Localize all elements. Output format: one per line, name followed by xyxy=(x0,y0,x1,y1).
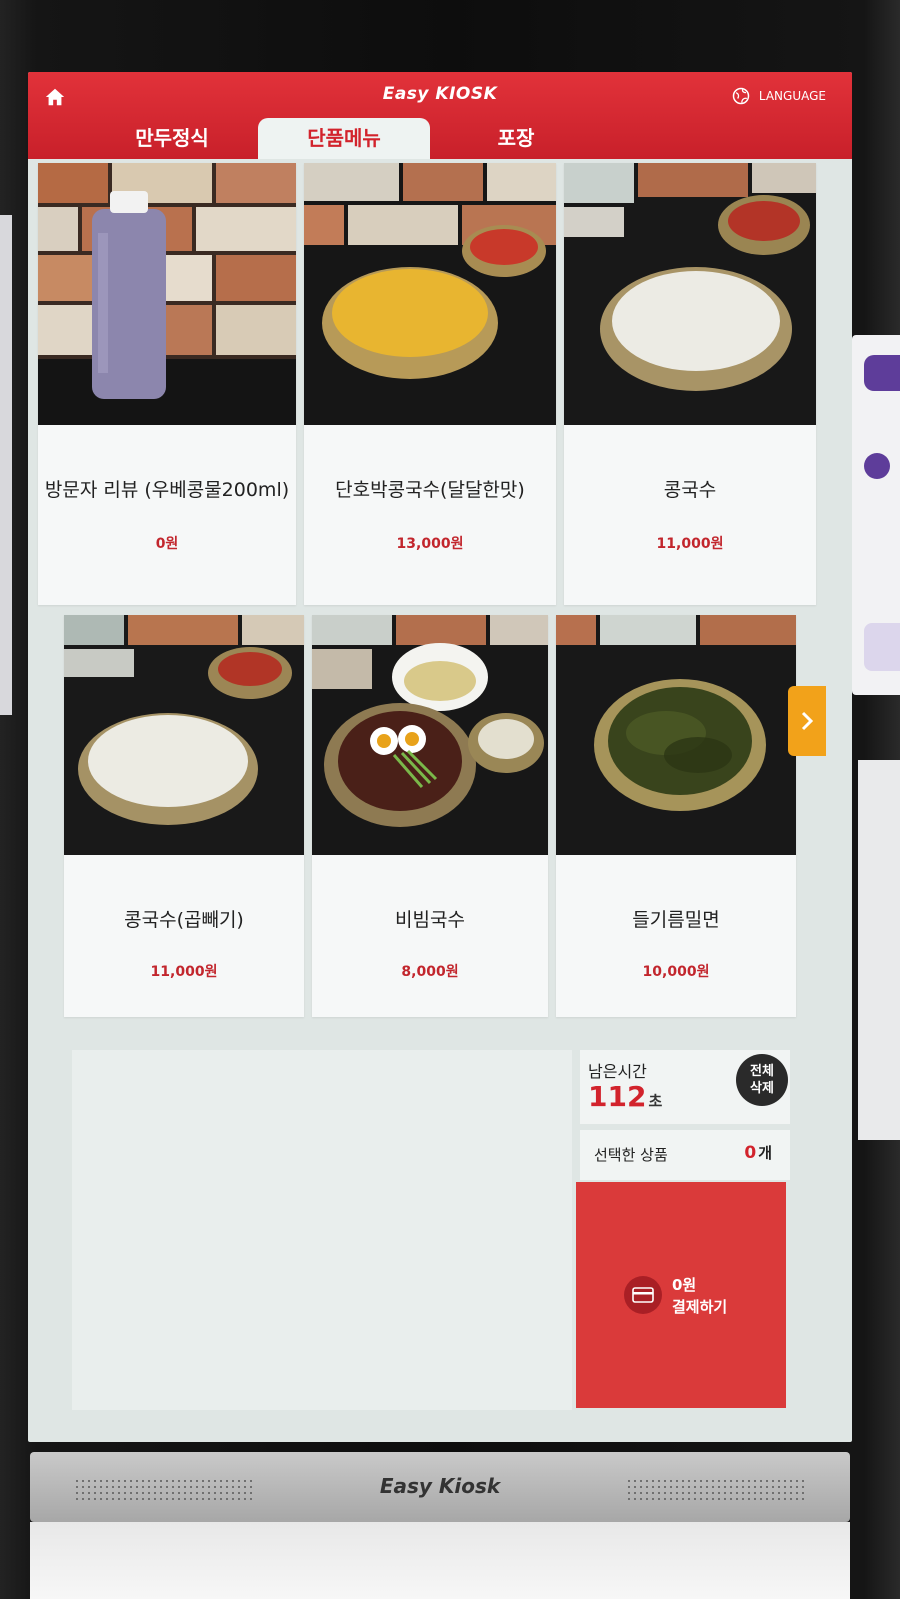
menu-item-photo xyxy=(38,163,296,425)
clear-all-label-line2: 삭제 xyxy=(750,1081,774,1096)
menu-card[interactable]: 단호박콩국수(달달한맛) 13,000원 xyxy=(304,163,556,605)
menu-card[interactable]: 들기름밀면 10,000원 xyxy=(556,615,796,1017)
kiosk-bottom-bezel: Easy Kiosk xyxy=(30,1452,850,1522)
menu-item-photo xyxy=(556,615,796,855)
tab-takeout[interactable]: 포장 xyxy=(430,118,602,159)
speaker-grille-right xyxy=(626,1478,806,1500)
menu-item-price: 11,000원 xyxy=(656,536,724,552)
side-sticker xyxy=(852,335,900,695)
menu-card[interactable]: 콩국수 11,000원 xyxy=(564,163,816,605)
globe-icon xyxy=(732,87,750,105)
menu-item-name: 들기름밀면 xyxy=(632,909,720,931)
kiosk-stand xyxy=(30,1522,850,1599)
time-left-label: 남은시간 xyxy=(588,1062,647,1081)
brand-logo: Easy KIOSK xyxy=(382,84,498,104)
menu-item-name: 비빔국수 xyxy=(395,909,465,931)
side-paper-left xyxy=(0,215,12,715)
menu-item-price: 11,000원 xyxy=(150,964,218,980)
menu-item-price: 8,000원 xyxy=(401,964,459,980)
sticker-bottle-image xyxy=(864,623,900,671)
menu-grid: 방문자 리뷰 (우베콩물200ml) 0원 단호박콩국수(달달한맛) 13,00… xyxy=(28,159,852,1059)
next-page-button[interactable] xyxy=(788,686,826,756)
category-tabs: 만두정식 단품메뉴 포장 xyxy=(28,118,852,159)
pay-button[interactable]: 0원 결제하기 xyxy=(576,1182,786,1408)
chevron-right-icon xyxy=(801,711,814,731)
tab-single-menu[interactable]: 단품메뉴 xyxy=(258,118,430,159)
sticker-number-badge xyxy=(864,453,890,479)
menu-card[interactable]: 콩국수(곱빼기) 11,000원 xyxy=(64,615,304,1017)
language-button[interactable]: LANGUAGE xyxy=(731,86,826,106)
selected-count-unit: 개 xyxy=(758,1144,772,1162)
menu-item-name: 방문자 리뷰 (우베콩물200ml) xyxy=(44,479,290,501)
app-header: Easy KIOSK LANGUAGE 만두정식 단품메뉴 포장 xyxy=(28,72,852,159)
tab-dumpling-set[interactable]: 만두정식 xyxy=(86,118,258,159)
menu-item-name: 단호박콩국수(달달한맛) xyxy=(335,479,525,501)
menu-item-photo xyxy=(312,615,548,855)
menu-item-price: 10,000원 xyxy=(642,964,710,980)
menu-item-price: 13,000원 xyxy=(396,536,464,552)
selected-items-label: 선택한 상품 xyxy=(594,1146,668,1164)
card-icon xyxy=(624,1276,662,1314)
menu-item-price: 0원 xyxy=(155,536,179,552)
cart-list xyxy=(72,1050,572,1410)
menu-item-photo xyxy=(64,615,304,855)
menu-item-photo xyxy=(564,163,816,425)
menu-item-name: 콩국수(곱빼기) xyxy=(124,909,244,931)
kiosk-screen: Easy KIOSK LANGUAGE 만두정식 단품메뉴 포장 방문자 리뷰 … xyxy=(28,72,852,1442)
menu-card[interactable]: 비빔국수 8,000원 xyxy=(312,615,548,1017)
selected-items-count: 0개 xyxy=(744,1142,772,1163)
menu-item-name: 콩국수 xyxy=(663,479,717,501)
side-paper-right xyxy=(858,760,900,1140)
selected-count-number: 0 xyxy=(744,1143,757,1163)
time-left-unit: 초 xyxy=(648,1092,663,1110)
pay-label: 결제하기 xyxy=(672,1298,728,1316)
selected-items-panel: 선택한 상품 0개 xyxy=(580,1130,790,1180)
language-label: LANGUAGE xyxy=(758,89,826,103)
menu-card[interactable]: 방문자 리뷰 (우베콩물200ml) 0원 xyxy=(38,163,296,605)
menu-item-photo xyxy=(304,163,556,425)
pay-amount: 0원 xyxy=(672,1276,697,1294)
time-left-number: 112 xyxy=(588,1080,647,1113)
sticker-tag xyxy=(864,355,900,391)
time-left-value: 112 초 xyxy=(588,1080,662,1113)
clear-all-label-line1: 전체 xyxy=(750,1064,774,1079)
clear-all-button[interactable]: 전체삭제 xyxy=(736,1054,788,1106)
